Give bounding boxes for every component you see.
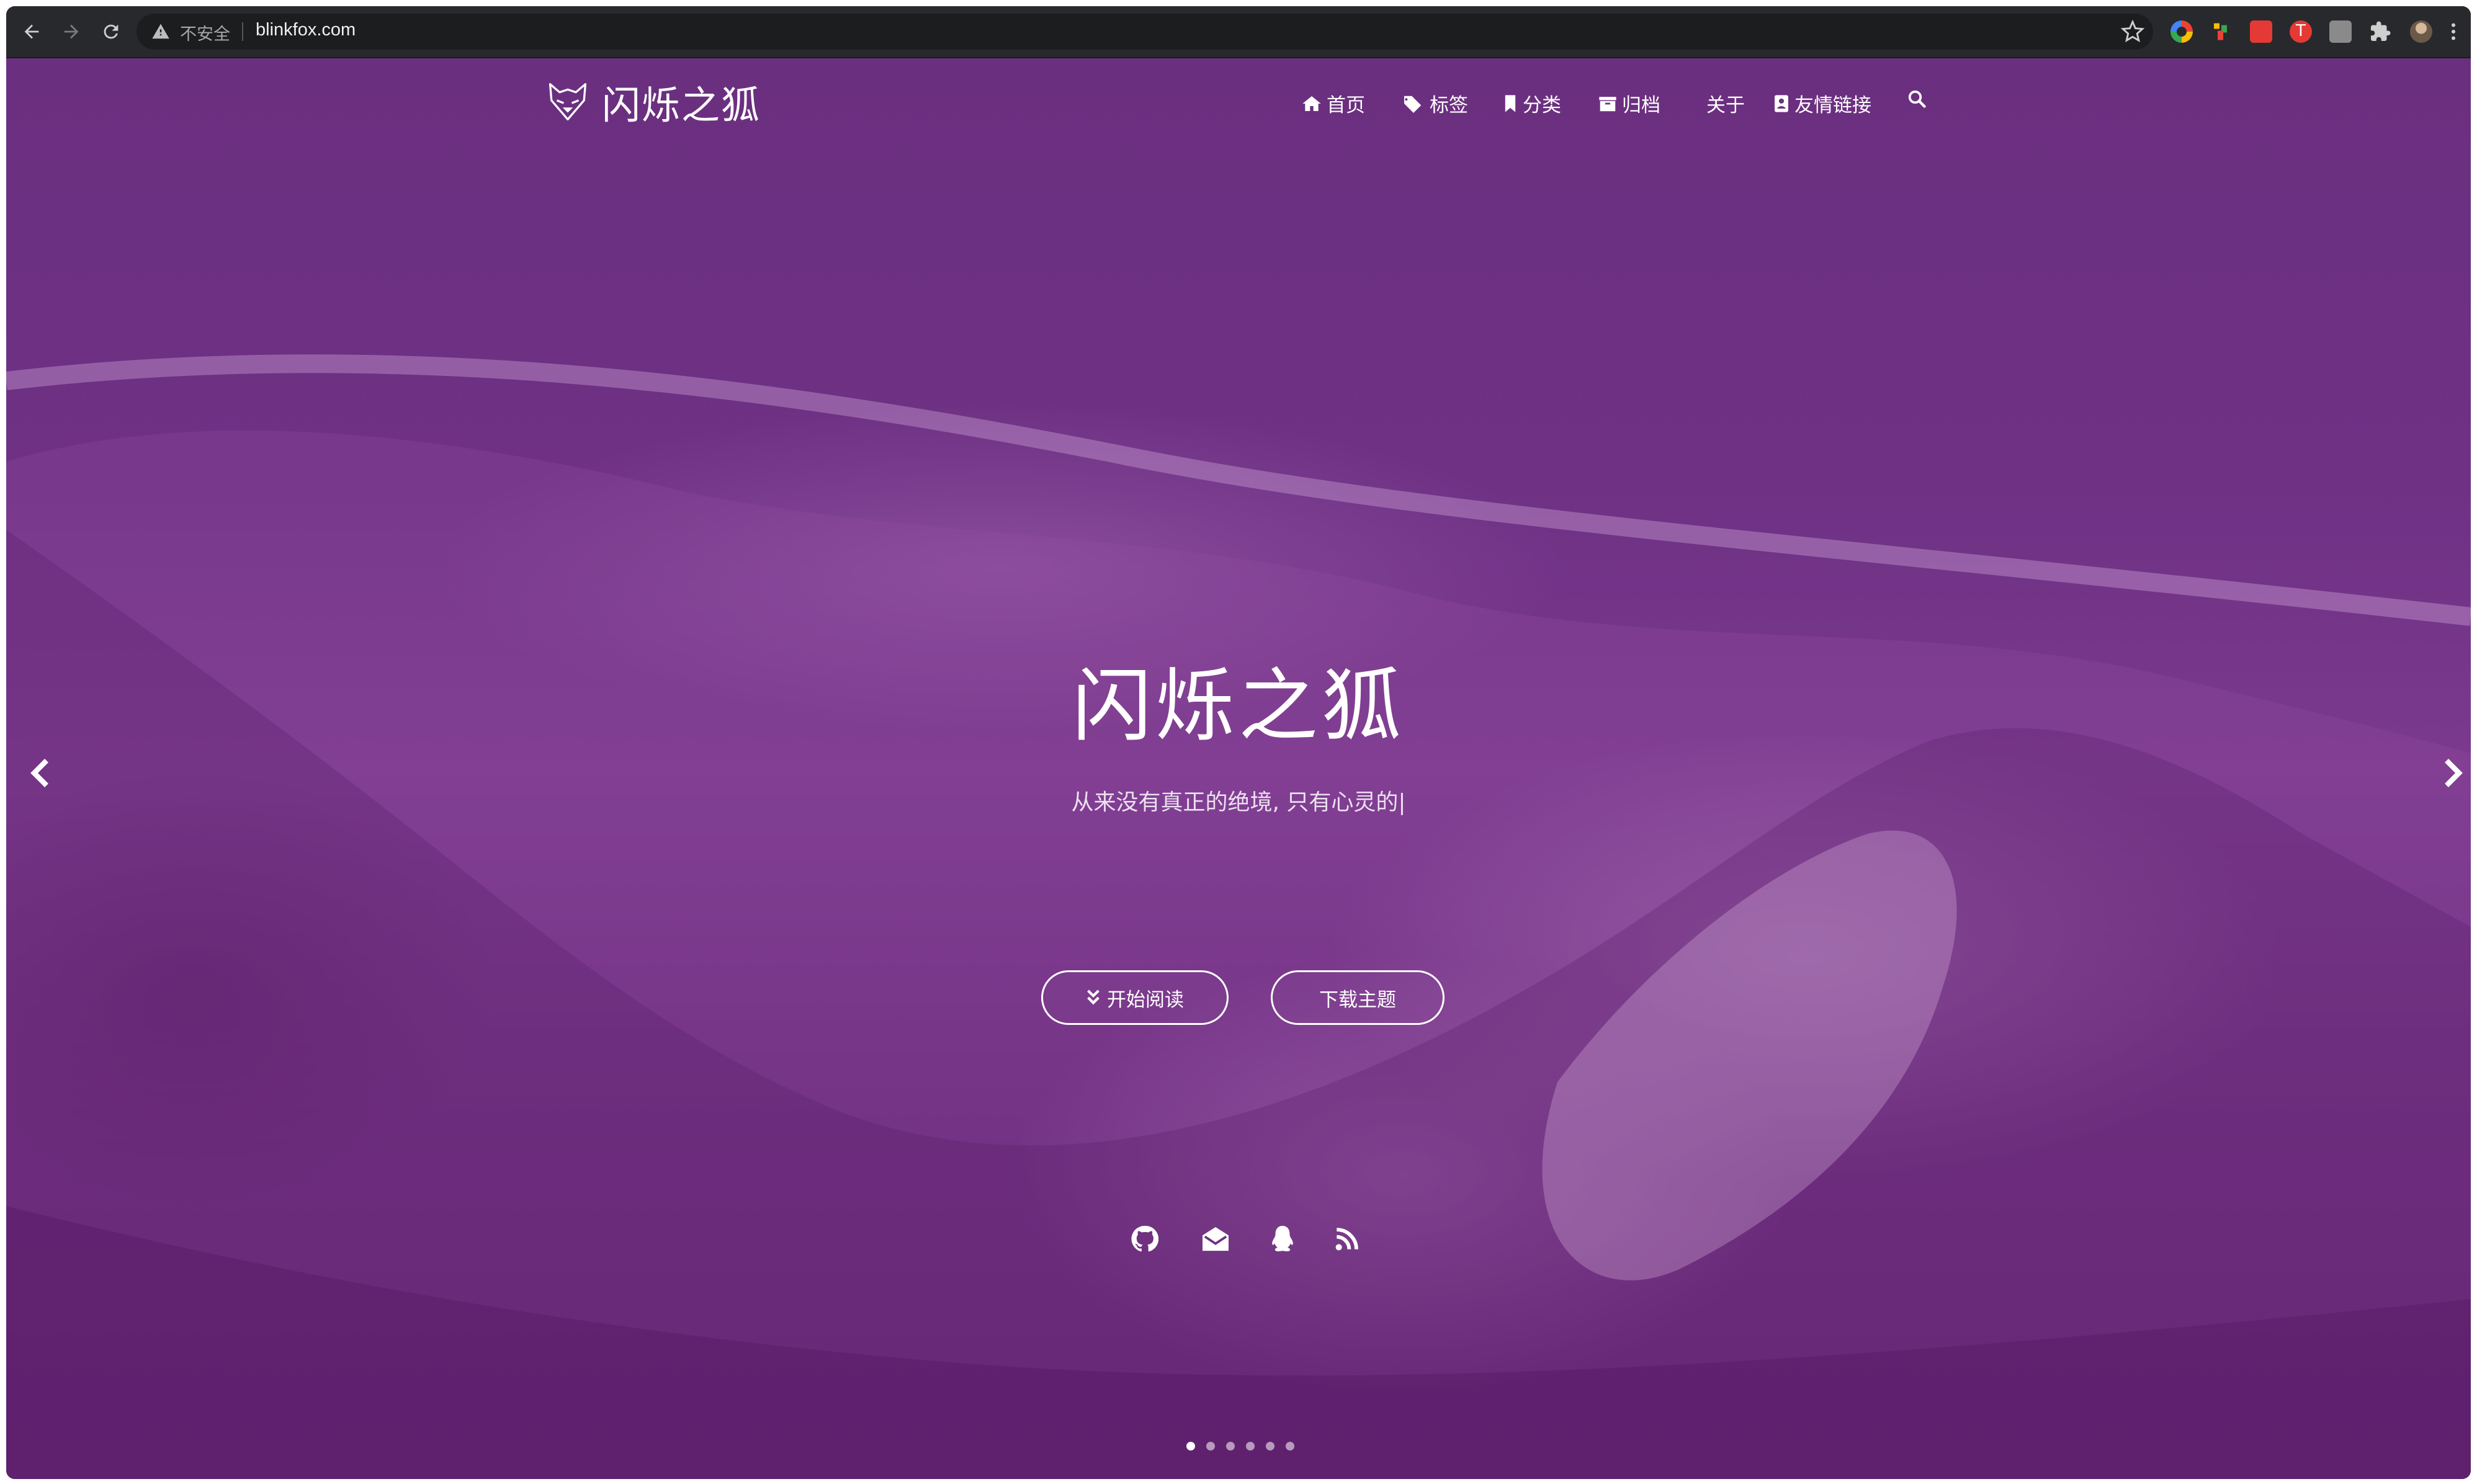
double-chevron-down-icon [1087, 990, 1100, 1005]
start-reading-button[interactable]: 开始阅读 [1041, 970, 1229, 1025]
tags-icon [1402, 94, 1425, 113]
forward-button[interactable] [57, 17, 86, 46]
github-link[interactable] [1129, 1223, 1160, 1254]
extension-red-icon[interactable] [2250, 20, 2272, 43]
chrome-extension-icon[interactable] [2170, 20, 2193, 43]
hero-subtitle: 从来没有真正的绝境, 只有心灵的| [1071, 790, 1406, 815]
email-link[interactable] [1200, 1223, 1231, 1254]
start-reading-label: 开始阅读 [1107, 988, 1184, 1011]
search-button[interactable] [1907, 89, 1931, 108]
carousel-dot-2[interactable] [1206, 1442, 1215, 1450]
menu-dots-icon[interactable] [2447, 20, 2460, 43]
bookmark-star-icon[interactable] [2121, 20, 2144, 43]
logo-text: 闪烁之狐 [602, 83, 761, 128]
browser-toolbar: 不安全 blinkfox.com T [6, 6, 2471, 58]
carousel-indicators [1186, 1442, 1306, 1450]
nav-friend-links[interactable]: 友情链接 [1773, 89, 1871, 117]
user-icon [1699, 94, 1701, 113]
github-icon [1131, 1225, 1158, 1252]
qq-link[interactable] [1267, 1223, 1298, 1254]
home-icon [1302, 94, 1322, 113]
carousel-dot-4[interactable] [1246, 1442, 1255, 1450]
nav-about-label: 关于 [1706, 94, 1745, 117]
rss-link[interactable] [1332, 1223, 1363, 1254]
browser-window: 不安全 blinkfox.com T 闪烁之狐 首页 标签 分类 归档 关于 友… [6, 6, 2471, 1479]
bookmark-icon [1503, 94, 1518, 113]
search-icon [1907, 89, 1926, 108]
nav-about[interactable]: 关于 [1699, 89, 1745, 117]
insecure-label: 不安全 [180, 25, 230, 44]
back-button[interactable] [17, 17, 46, 46]
archive-icon [1598, 95, 1617, 112]
nav-archive-label: 归档 [1622, 94, 1660, 117]
qq-icon [1272, 1225, 1293, 1251]
nav-home[interactable]: 首页 [1302, 89, 1365, 117]
address-bar[interactable]: 不安全 blinkfox.com [137, 14, 2153, 50]
nav-categories-label: 分类 [1523, 94, 1561, 117]
nav-categories[interactable]: 分类 [1503, 89, 1561, 117]
camera-icon[interactable] [2329, 20, 2352, 43]
warning-icon [152, 24, 169, 39]
carousel-dot-1[interactable] [1186, 1442, 1195, 1450]
download-theme-button[interactable]: 下载主题 [1271, 970, 1445, 1025]
arrow-left-icon [24, 24, 39, 39]
carousel-dot-6[interactable] [1286, 1442, 1294, 1450]
arrow-right-icon [64, 24, 79, 39]
site-logo[interactable]: 闪烁之狐 [546, 77, 761, 128]
nav-friend-links-label: 友情链接 [1794, 94, 1871, 117]
download-theme-label: 下载主题 [1319, 988, 1396, 1011]
carousel-dot-5[interactable] [1266, 1442, 1274, 1450]
nav-tags-label: 标签 [1430, 94, 1468, 117]
hero-page: 闪烁之狐 首页 标签 分类 归档 关于 友情链接 闪烁之狐 从来没有真正的绝境,… [6, 58, 2471, 1479]
extension-t-icon[interactable]: T [2290, 20, 2312, 43]
nav-tags[interactable]: 标签 [1402, 89, 1468, 117]
address-card-icon [1773, 94, 1789, 113]
fox-logo-icon [549, 83, 587, 121]
extension-color-icon[interactable] [2210, 20, 2233, 43]
hero-title: 闪烁之狐 [1072, 660, 1405, 753]
avatar[interactable] [2410, 20, 2432, 43]
reload-icon [104, 24, 119, 39]
email-icon [1203, 1227, 1229, 1251]
rss-icon [1335, 1228, 1358, 1251]
nav-archive[interactable]: 归档 [1598, 89, 1660, 117]
puzzle-icon[interactable] [2369, 20, 2391, 43]
url-text: blinkfox.com [256, 20, 356, 40]
carousel-dot-3[interactable] [1226, 1442, 1235, 1450]
url-separator [242, 22, 243, 41]
mountain-background [6, 354, 2471, 1479]
reload-button[interactable] [97, 17, 125, 46]
nav-home-label: 首页 [1327, 94, 1365, 117]
